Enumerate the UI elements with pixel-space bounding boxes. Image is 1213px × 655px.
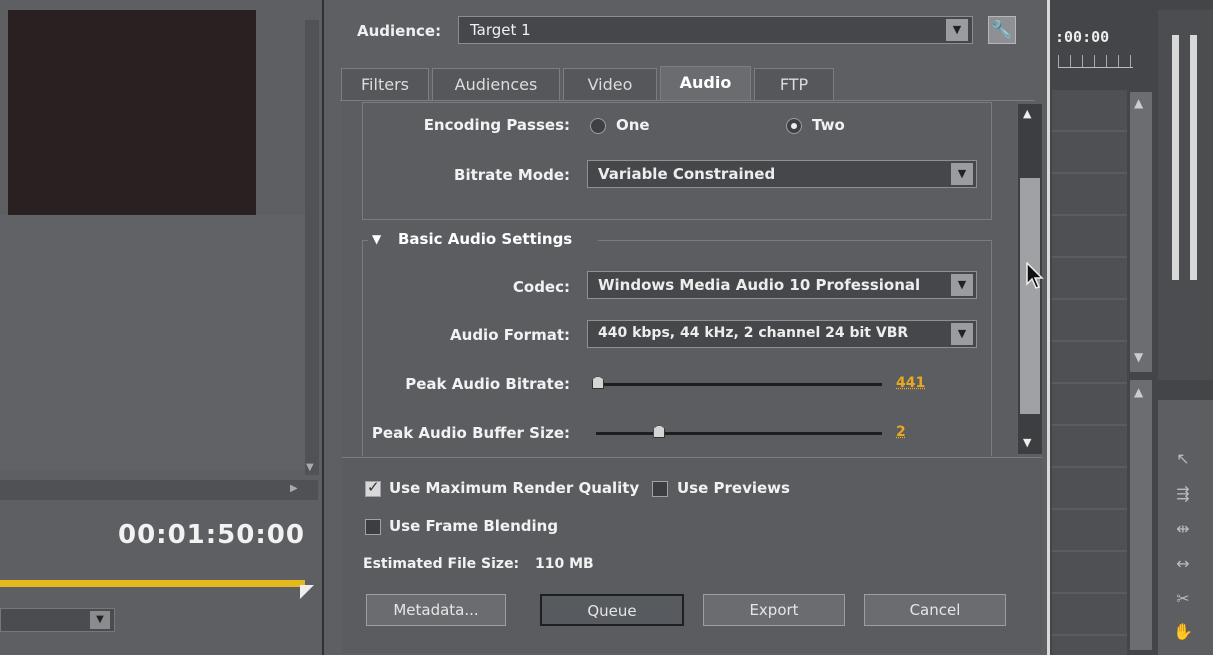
rate-stretch-tool-icon[interactable]: ↔	[1166, 550, 1200, 578]
ripple-edit-tool-icon[interactable]: ⇹	[1166, 515, 1200, 543]
chevron-down-icon[interactable]: ▼	[951, 274, 973, 296]
max-render-quality-checkbox[interactable]	[365, 478, 381, 497]
scroll-down-icon[interactable]: ▼	[1134, 350, 1143, 364]
timeline-scrollbar-audio[interactable]	[1130, 380, 1152, 650]
audience-label: Audience:	[357, 22, 442, 40]
video-preview	[8, 10, 256, 215]
scroll-down-icon[interactable]: ▼	[1023, 436, 1031, 449]
triangle-down-icon[interactable]: ▼	[372, 232, 381, 246]
timeline-ruler[interactable]	[1058, 55, 1133, 68]
metadata-button[interactable]: Metadata...	[366, 594, 506, 626]
cancel-button[interactable]: Cancel	[864, 594, 1006, 626]
timeline-tracks[interactable]	[1052, 90, 1127, 655]
scroll-up-icon[interactable]: ▲	[1023, 107, 1031, 120]
hand-tool-icon[interactable]: ✋	[1166, 618, 1200, 646]
timeline-timecode: :00:00	[1055, 28, 1110, 46]
monitor-area	[0, 215, 318, 470]
peak-buffer-value[interactable]: 2	[896, 424, 906, 440]
peak-bitrate-label: Peak Audio Bitrate:	[405, 375, 570, 393]
peak-bitrate-slider-track[interactable]	[592, 383, 882, 386]
scroll-down-icon[interactable]: ▼	[306, 462, 314, 473]
max-render-quality-label[interactable]: Use Maximum Render Quality	[389, 479, 639, 497]
encoding-passes-two-radio[interactable]	[786, 118, 802, 134]
range-end-marker[interactable]	[300, 585, 314, 599]
tab-ftp[interactable]: FTP	[754, 68, 834, 100]
track-select-tool-icon[interactable]: ⇶	[1166, 480, 1200, 508]
codec-value: Windows Media Audio 10 Professional	[598, 276, 921, 294]
razor-tool-icon[interactable]: ✂	[1166, 585, 1200, 613]
tab-audiences[interactable]: Audiences	[432, 68, 560, 100]
scroll-right-icon[interactable]: ▶	[290, 483, 298, 494]
frame-blending-label[interactable]: Use Frame Blending	[389, 517, 558, 535]
audio-format-value: 440 kbps, 44 kHz, 2 channel 24 bit VBR	[598, 325, 909, 341]
frame-blending-checkbox[interactable]	[365, 519, 381, 535]
encoding-passes-one-radio[interactable]	[590, 118, 606, 134]
audio-meter-left	[1172, 35, 1179, 280]
audio-meters	[1158, 10, 1213, 380]
export-button[interactable]: Export	[703, 594, 845, 626]
tab-filters[interactable]: Filters	[341, 68, 429, 100]
timeline-scrollbar[interactable]	[1130, 92, 1152, 372]
peak-buffer-slider-track[interactable]	[596, 432, 882, 435]
scroll-up-icon[interactable]: ▲	[1134, 96, 1143, 110]
estimated-file-size-value: 110 MB	[535, 556, 594, 572]
queue-button[interactable]: Queue	[540, 594, 684, 626]
use-previews-checkbox[interactable]	[652, 481, 668, 497]
chevron-down-icon[interactable]: ▼	[90, 611, 110, 629]
audio-format-label: Audio Format:	[450, 326, 570, 344]
time-bar[interactable]	[0, 480, 318, 500]
audio-meter-right	[1190, 35, 1197, 280]
audience-select[interactable]	[458, 16, 973, 44]
codec-label: Codec:	[512, 278, 570, 296]
encoding-passes-one-label[interactable]: One	[616, 116, 650, 134]
duration-timecode: 00:01:50:00	[118, 520, 305, 550]
bitrate-mode-value: Variable Constrained	[598, 165, 776, 183]
estimated-file-size-label: Estimated File Size:	[363, 556, 520, 572]
mouse-cursor-icon	[1026, 262, 1044, 289]
scroll-up-icon[interactable]: ▲	[1134, 385, 1143, 399]
chevron-down-icon[interactable]: ▼	[946, 19, 968, 41]
selection-tool-icon[interactable]: ↖	[1166, 445, 1200, 473]
chevron-down-icon[interactable]: ▼	[951, 163, 973, 185]
peak-bitrate-value[interactable]: 441	[896, 375, 925, 391]
chevron-down-icon[interactable]: ▼	[951, 323, 973, 345]
basic-audio-settings-title[interactable]: Basic Audio Settings	[398, 230, 572, 248]
settings-scrollbar-thumb[interactable]	[1020, 178, 1040, 414]
use-previews-label[interactable]: Use Previews	[677, 479, 790, 497]
encoding-passes-two-label[interactable]: Two	[812, 116, 845, 134]
tab-video[interactable]: Video	[563, 68, 657, 100]
source-range-bar	[0, 580, 305, 587]
peak-buffer-label: Peak Audio Buffer Size:	[371, 424, 570, 442]
wrench-icon[interactable]: 🔧	[988, 16, 1016, 44]
tab-audio[interactable]: Audio	[660, 66, 751, 100]
encoding-passes-label: Encoding Passes:	[423, 116, 570, 134]
audience-value: Target 1	[470, 21, 531, 39]
monitor-scrollbar[interactable]	[305, 20, 319, 475]
section-header[interactable]: ▼ Basic Audio Settings	[368, 230, 598, 252]
bitrate-mode-label: Bitrate Mode:	[454, 166, 570, 184]
